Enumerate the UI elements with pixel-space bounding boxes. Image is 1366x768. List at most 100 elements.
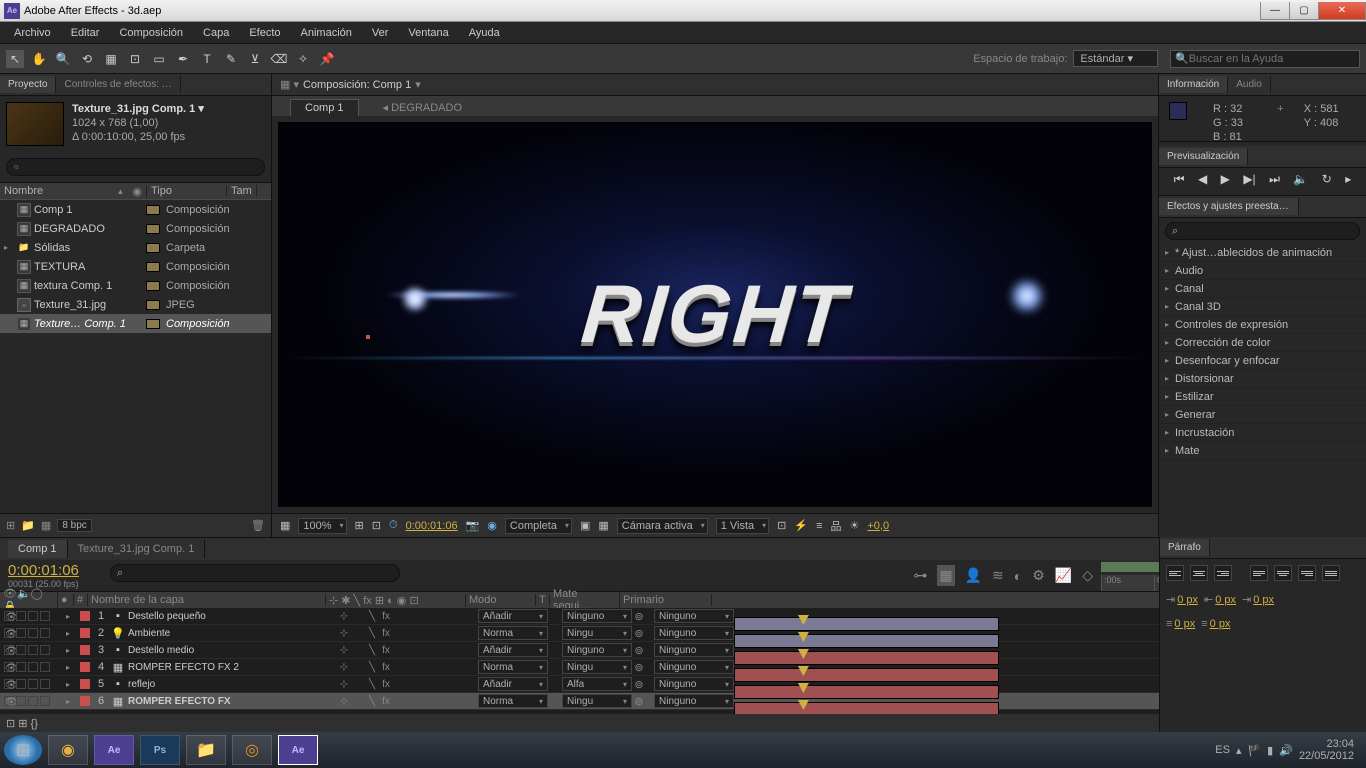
effect-category[interactable]: ▸Audio bbox=[1159, 262, 1366, 280]
text-tool-icon[interactable]: T bbox=[198, 50, 216, 68]
effect-category[interactable]: ▸Corrección de color bbox=[1159, 334, 1366, 352]
ram-preview-icon[interactable]: ▸ bbox=[1345, 172, 1351, 187]
frame-blend-icon[interactable]: ≋ bbox=[992, 567, 1004, 584]
align-right-icon[interactable] bbox=[1214, 565, 1232, 581]
timeline-tab-1[interactable]: Comp 1 bbox=[8, 540, 68, 558]
tab-effects[interactable]: Efectos y ajustes preestablecid bbox=[1159, 198, 1299, 215]
menu-composición[interactable]: Composición bbox=[111, 25, 191, 41]
indent-right[interactable]: ⇥ 0 px bbox=[1242, 593, 1274, 606]
comp-tab[interactable]: ◂ DEGRADADO bbox=[369, 99, 476, 116]
effect-category[interactable]: ▸Mate bbox=[1159, 442, 1366, 460]
layout-icon[interactable]: ⊞ bbox=[355, 519, 364, 532]
roto-tool-icon[interactable]: ✧ bbox=[294, 50, 312, 68]
tab-project[interactable]: Proyecto bbox=[0, 76, 56, 93]
interpret-icon[interactable]: ⊞ bbox=[6, 519, 15, 532]
indent-left[interactable]: ⇥ 0 px bbox=[1166, 593, 1198, 606]
transparency-icon[interactable]: ▦ bbox=[598, 519, 608, 532]
reset-exposure-icon[interactable]: ☀ bbox=[849, 519, 859, 532]
tray-language[interactable]: ES bbox=[1215, 744, 1230, 756]
puppet-tool-icon[interactable]: 📌 bbox=[318, 50, 336, 68]
pixel-aspect-icon[interactable]: ⊡ bbox=[777, 519, 786, 532]
tray-volume-icon[interactable]: 🔊 bbox=[1279, 744, 1293, 757]
tab-audio[interactable]: Audio bbox=[1228, 76, 1271, 93]
next-frame-icon[interactable]: ▶| bbox=[1243, 172, 1255, 187]
menu-capa[interactable]: Capa bbox=[195, 25, 237, 41]
menu-ayuda[interactable]: Ayuda bbox=[461, 25, 508, 41]
task-app[interactable]: ◎ bbox=[232, 735, 272, 765]
effect-category[interactable]: ▸Generar bbox=[1159, 406, 1366, 424]
task-chrome[interactable]: ◉ bbox=[48, 735, 88, 765]
justify-right-icon[interactable] bbox=[1298, 565, 1316, 581]
tab-effect-controls[interactable]: Controles de efectos: … bbox=[56, 76, 180, 93]
task-ae[interactable]: Ae bbox=[94, 735, 134, 765]
justify-center-icon[interactable] bbox=[1274, 565, 1292, 581]
effect-category[interactable]: ▸Canal bbox=[1159, 280, 1366, 298]
menu-efecto[interactable]: Efecto bbox=[241, 25, 288, 41]
menu-ver[interactable]: Ver bbox=[364, 25, 397, 41]
exposure-value[interactable]: +0,0 bbox=[867, 520, 889, 532]
comp-tab[interactable]: Comp 1 bbox=[290, 99, 359, 116]
task-ae2[interactable]: Ae bbox=[278, 735, 318, 765]
ruler-icon[interactable]: ⊡ bbox=[372, 519, 381, 532]
tray-flag-icon[interactable]: 🏴 bbox=[1247, 744, 1261, 757]
snapshot-icon[interactable]: 📷 bbox=[466, 519, 480, 532]
maximize-button[interactable]: ▢ bbox=[1289, 2, 1319, 20]
close-button[interactable]: ✕ bbox=[1318, 2, 1366, 20]
timeline-timecode[interactable]: 0:00:01:06 bbox=[8, 562, 102, 579]
tab-preview[interactable]: Previsualización bbox=[1159, 148, 1248, 165]
start-button[interactable]: ⊞ bbox=[4, 735, 42, 765]
brainstorm-icon[interactable]: ⚙ bbox=[1032, 567, 1045, 584]
tray-clock[interactable]: 23:04 22/05/2012 bbox=[1299, 738, 1354, 762]
last-frame-icon[interactable]: ⏭ bbox=[1269, 172, 1280, 187]
timeline-icon[interactable]: ≡ bbox=[816, 520, 822, 532]
pan-behind-tool-icon[interactable]: ⊡ bbox=[126, 50, 144, 68]
effect-category[interactable]: ▸Estilizar bbox=[1159, 388, 1366, 406]
time-icon[interactable]: ⏱ bbox=[389, 519, 398, 532]
composition-viewer[interactable]: RIGHT bbox=[278, 122, 1152, 507]
tab-paragraph[interactable]: Párrafo bbox=[1160, 539, 1210, 556]
effect-category[interactable]: ▸Incrustación bbox=[1159, 424, 1366, 442]
project-search[interactable]: ⌕ bbox=[6, 158, 265, 176]
project-item[interactable]: ▦textura Comp. 1Composición bbox=[0, 276, 271, 295]
camera-tool-icon[interactable]: ▦ bbox=[102, 50, 120, 68]
tray-network-icon[interactable]: ▮ bbox=[1267, 744, 1273, 757]
task-ps[interactable]: Ps bbox=[140, 735, 180, 765]
project-item[interactable]: ▦DEGRADADOComposición bbox=[0, 219, 271, 238]
region-icon[interactable]: ▣ bbox=[580, 519, 590, 532]
channels-icon[interactable]: ◉ bbox=[487, 519, 497, 532]
timeline-tab-2[interactable]: Texture_31.jpg Comp. 1 bbox=[68, 540, 206, 558]
pen-tool-icon[interactable]: ✒ bbox=[174, 50, 192, 68]
project-item[interactable]: ▦TEXTURAComposición bbox=[0, 257, 271, 276]
space-after[interactable]: ≡ 0 px bbox=[1201, 618, 1230, 630]
zoom-tool-icon[interactable]: 🔍 bbox=[54, 50, 72, 68]
hand-tool-icon[interactable]: ✋ bbox=[30, 50, 48, 68]
align-center-icon[interactable] bbox=[1190, 565, 1208, 581]
indent-first[interactable]: ⇤ 0 px bbox=[1204, 593, 1236, 606]
workspace-select[interactable]: Estándar ▾ bbox=[1073, 50, 1158, 67]
menu-animación[interactable]: Animación bbox=[293, 25, 360, 41]
justify-all-icon[interactable] bbox=[1322, 565, 1340, 581]
effect-category[interactable]: ▸Controles de expresión bbox=[1159, 316, 1366, 334]
toggle-switches-icon[interactable]: ⊡ ⊞ {} bbox=[6, 717, 38, 730]
comp-icon[interactable]: ▦ bbox=[41, 519, 51, 532]
folder-icon[interactable]: 📁 bbox=[21, 519, 35, 532]
motion-blur-icon[interactable]: ◐ bbox=[1014, 568, 1022, 584]
rotate-tool-icon[interactable]: ⟲ bbox=[78, 50, 96, 68]
menu-editar[interactable]: Editar bbox=[63, 25, 108, 41]
effect-category[interactable]: ▸Canal 3D bbox=[1159, 298, 1366, 316]
help-search[interactable]: 🔍 bbox=[1170, 50, 1360, 68]
justify-left-icon[interactable] bbox=[1250, 565, 1268, 581]
project-item[interactable]: ▦Comp 1Composición bbox=[0, 200, 271, 219]
comp-mini-icon[interactable]: ⊶ bbox=[913, 567, 927, 584]
align-left-icon[interactable] bbox=[1166, 565, 1184, 581]
flowchart-icon[interactable]: 品 bbox=[830, 518, 841, 534]
stamp-tool-icon[interactable]: ⊻ bbox=[246, 50, 264, 68]
quality-select[interactable]: Completa bbox=[505, 518, 572, 534]
project-item[interactable]: ▫Texture_31.jpgJPEG bbox=[0, 295, 271, 314]
help-search-input[interactable] bbox=[1189, 53, 1355, 65]
tab-info[interactable]: Información bbox=[1159, 76, 1228, 93]
menu-archivo[interactable]: Archivo bbox=[6, 25, 59, 41]
space-before[interactable]: ≡ 0 px bbox=[1166, 618, 1195, 630]
selection-tool-icon[interactable]: ↖ bbox=[6, 50, 24, 68]
project-item[interactable]: ▸📁SólidasCarpeta bbox=[0, 238, 271, 257]
